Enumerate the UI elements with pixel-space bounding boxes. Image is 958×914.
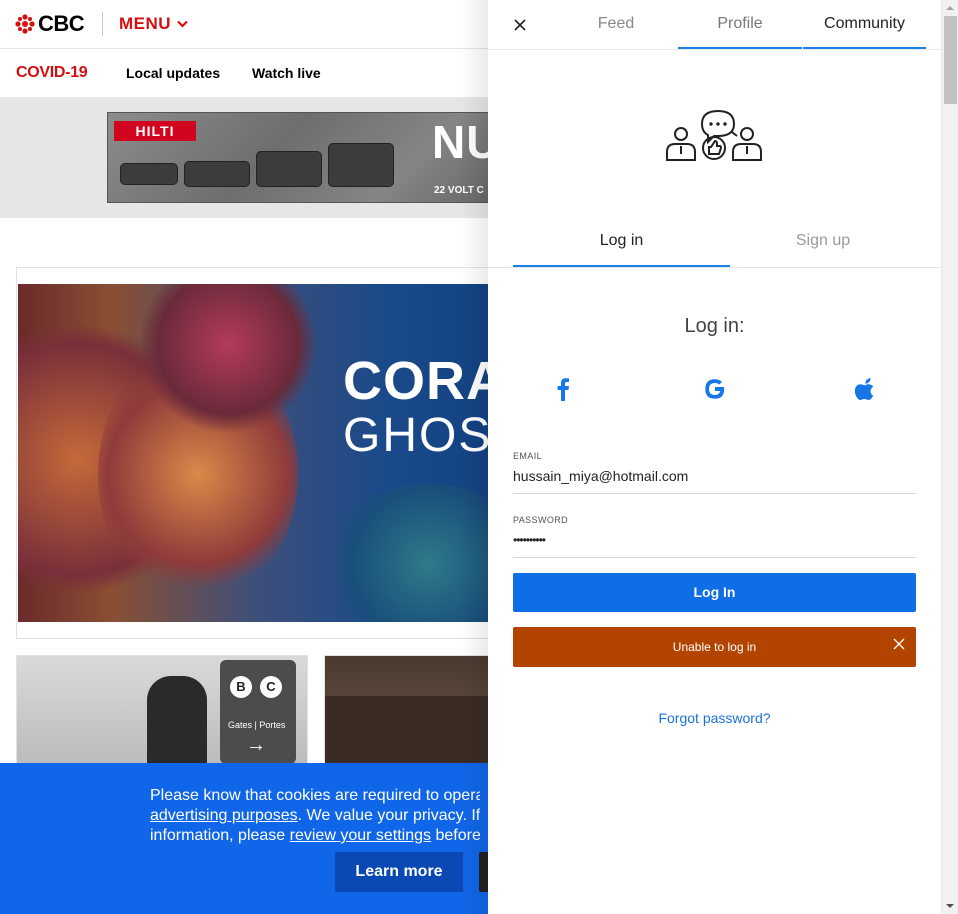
panel-shadow (460, 0, 488, 914)
tab-profile[interactable]: Profile (678, 0, 802, 50)
email-input[interactable]: hussain_miya@hotmail.com (513, 468, 688, 484)
account-panel: Feed Profile Community Log in Sign up Lo… (488, 0, 941, 914)
advertising-purposes-link[interactable]: advertising purposes (150, 807, 298, 824)
cbc-logo[interactable]: CBC (15, 11, 85, 36)
signup-tab[interactable]: Sign up (730, 218, 916, 268)
arrow-right-icon: → (246, 734, 266, 756)
scrollbar-thumb[interactable] (944, 16, 957, 104)
auth-tab-divider (488, 267, 941, 268)
watch-live-link[interactable]: Watch live (252, 65, 321, 81)
facebook-icon[interactable] (548, 374, 578, 404)
ad-product-image (120, 163, 178, 185)
covid-link[interactable]: COVID-19 (16, 64, 88, 82)
header-divider (102, 12, 103, 36)
scroll-up-arrow-icon[interactable] (942, 0, 958, 17)
ad-product-image (184, 161, 250, 187)
review-settings-link[interactable]: review your settings (290, 827, 431, 844)
story-thumbnail[interactable]: B C Gates | Portes → (16, 655, 308, 765)
feature-story-card[interactable]: CORA GHOS (16, 267, 536, 639)
tab-community[interactable]: Community (803, 0, 926, 50)
tab-divider (488, 49, 941, 50)
error-alert: Unable to log in (513, 627, 916, 667)
cookie-text-line: . We value your privacy. If yo (297, 807, 480, 824)
local-updates-link[interactable]: Local updates (126, 65, 220, 81)
ad-product-image (256, 151, 322, 187)
community-icon (666, 109, 762, 161)
scroll-down-arrow-icon[interactable] (942, 897, 958, 914)
login-tab[interactable]: Log in (513, 218, 730, 268)
gate-sign-image: B C Gates | Portes → (220, 660, 296, 764)
password-input[interactable]: •••••••••• (513, 533, 546, 547)
page: CBC MENU COVID-19 Local updates Watch li… (0, 0, 958, 914)
cbc-gem-icon (15, 14, 35, 34)
logo-text: CBC (38, 11, 85, 36)
gate-letter: B (230, 676, 252, 698)
tab-feed[interactable]: Feed (554, 0, 678, 50)
error-message: Unable to log in (672, 640, 757, 654)
login-button[interactable]: Log In (513, 573, 916, 612)
ad-product-image (328, 143, 394, 187)
feature-image: CORA GHOS (18, 284, 536, 622)
cookie-text-line: Please know that cookies are required to… (150, 787, 480, 804)
cookie-text-line: information, please (150, 827, 290, 844)
cookie-text: Please know that cookies are required to… (150, 786, 480, 846)
email-label: EMAIL (513, 451, 543, 461)
forgot-password-link[interactable]: Forgot password? (488, 710, 941, 726)
google-icon[interactable] (700, 374, 730, 404)
gate-label: Gates | Portes (228, 720, 286, 730)
gate-letter: C (260, 676, 282, 698)
email-field[interactable]: EMAIL hussain_miya@hotmail.com (513, 448, 916, 494)
login-heading: Log in: (684, 315, 745, 337)
close-icon[interactable] (512, 17, 528, 33)
scrollbar[interactable] (941, 0, 958, 914)
chevron-down-icon (177, 20, 188, 28)
menu-label: MENU (119, 14, 172, 33)
password-field[interactable]: PASSWORD •••••••••• (513, 512, 916, 558)
person-image (147, 676, 207, 764)
menu-button[interactable]: MENU (119, 14, 188, 34)
password-label: PASSWORD (513, 515, 569, 525)
ad-brand-logo: HILTI (114, 121, 196, 141)
learn-more-button[interactable]: Learn more (335, 852, 463, 892)
close-icon[interactable] (892, 637, 906, 651)
apple-icon[interactable] (851, 374, 881, 404)
